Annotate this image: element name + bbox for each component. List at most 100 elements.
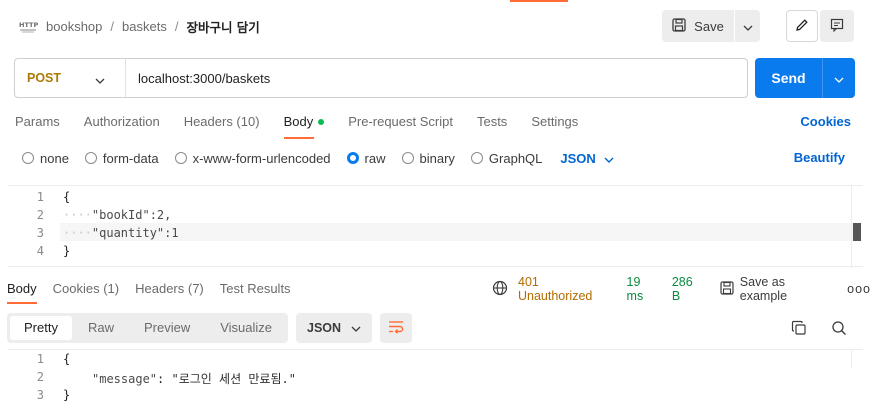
edit-mode-button[interactable] <box>786 10 818 42</box>
wrap-lines-icon <box>388 320 404 337</box>
tab-settings[interactable]: Settings <box>531 108 578 136</box>
tab-response-cookies[interactable]: Cookies (1) <box>53 278 119 300</box>
response-tabs: Body Cookies (1) Headers (7) Test Result… <box>7 278 307 304</box>
save-options-button[interactable] <box>735 10 760 42</box>
documentation-button[interactable] <box>820 10 854 42</box>
radio-label: form-data <box>102 150 159 166</box>
tab-pre-request-script[interactable]: Pre-request Script <box>348 108 453 136</box>
breadcrumb-separator: / <box>110 18 115 34</box>
tab-authorization[interactable]: Authorization <box>84 108 160 136</box>
code-text: "quantity":1 <box>91 226 179 240</box>
tab-headers[interactable]: Headers (10) <box>184 108 260 136</box>
json-value: "로그인 세션 만료됨." <box>171 372 296 386</box>
radio-raw[interactable]: raw <box>346 150 386 166</box>
viewer-scrollbar[interactable] <box>851 350 863 368</box>
send-button-group: Send <box>755 58 855 98</box>
code-line: "message": "로그인 세션 만료됨." <box>92 370 296 387</box>
tab-params[interactable]: Params <box>15 108 60 136</box>
status-badge[interactable]: 401 Unauthorized <box>518 275 615 303</box>
radio-label: none <box>40 150 69 166</box>
chevron-down-icon <box>95 73 105 87</box>
radio-label: binary <box>419 150 455 166</box>
search-button[interactable] <box>827 317 851 341</box>
code-line: ····"quantity":1 <box>63 226 179 240</box>
breadcrumb-collection[interactable]: bookshop <box>46 19 102 34</box>
line-number: 2 <box>36 208 44 222</box>
radio-binary[interactable]: binary <box>401 150 455 166</box>
search-icon <box>831 320 847 339</box>
more-options-button[interactable]: ooo <box>847 282 871 296</box>
url-bar: POST <box>14 58 748 98</box>
comment-icon <box>830 18 844 35</box>
breadcrumb-folder[interactable]: baskets <box>122 19 167 34</box>
view-preview[interactable]: Preview <box>130 316 204 340</box>
response-meta: 401 Unauthorized 19 ms 286 B Save as exa… <box>492 275 871 303</box>
line-number: 1 <box>36 352 44 366</box>
view-visualize[interactable]: Visualize <box>206 316 286 340</box>
editor-scrollbar[interactable] <box>851 186 863 268</box>
cookies-link[interactable]: Cookies <box>800 108 851 136</box>
http-request-icon: HTTP <box>18 18 38 34</box>
response-body-viewer[interactable]: 1 2 3 { "message": "로그인 세션 만료됨." } <box>8 349 863 408</box>
body-modified-dot <box>318 118 325 125</box>
line-number: 3 <box>36 388 44 402</box>
chevron-down-icon <box>604 151 614 166</box>
radio-none[interactable]: none <box>22 151 69 166</box>
breadcrumb-separator: / <box>174 18 179 34</box>
send-button[interactable]: Send <box>755 58 822 98</box>
wrap-lines-button[interactable] <box>380 313 412 343</box>
language-select[interactable]: JSON <box>560 151 614 166</box>
save-as-example-label: Save as example <box>739 275 788 303</box>
send-options-button[interactable] <box>823 58 855 98</box>
chevron-down-icon <box>743 19 753 34</box>
tab-response-body[interactable]: Body <box>7 278 37 304</box>
save-as-example-button[interactable]: Save as example <box>720 275 833 303</box>
copy-button[interactable] <box>787 317 811 341</box>
save-icon <box>672 17 686 35</box>
tab-tests[interactable]: Tests <box>477 108 507 136</box>
method-select[interactable]: POST <box>15 59 126 97</box>
save-icon <box>720 280 734 298</box>
response-time[interactable]: 19 ms <box>627 275 660 303</box>
response-size[interactable]: 286 B <box>672 275 704 303</box>
scrollbar-thumb[interactable] <box>853 223 861 241</box>
method-label: POST <box>27 71 62 85</box>
active-tab-indicator <box>510 0 568 2</box>
view-pretty[interactable]: Pretty <box>10 316 72 340</box>
response-view-segment: Pretty Raw Preview Visualize <box>7 313 288 343</box>
radio-circle <box>401 152 414 164</box>
radio-label: x-www-form-urlencoded <box>192 150 331 166</box>
radio-urlencoded[interactable]: x-www-form-urlencoded <box>174 150 331 166</box>
tab-body[interactable]: Body <box>283 108 325 139</box>
line-number: 3 <box>36 226 44 240</box>
radio-circle <box>22 152 34 164</box>
response-format-label: JSON <box>307 321 342 335</box>
save-label: Save <box>694 18 724 34</box>
radio-form-data[interactable]: form-data <box>84 150 159 166</box>
radio-circle-selected <box>346 152 359 164</box>
line-number: 1 <box>36 190 44 204</box>
view-raw[interactable]: Raw <box>74 316 128 340</box>
request-body-editor[interactable]: 1 2 3 4 { ····"bookId":2, ····"quantity"… <box>8 185 863 268</box>
response-format-select[interactable]: JSON <box>296 313 372 343</box>
globe-icon[interactable] <box>492 280 508 299</box>
line-number: 2 <box>36 370 44 384</box>
radio-graphql[interactable]: GraphQL <box>470 151 542 166</box>
svg-text:HTTP: HTTP <box>19 21 38 29</box>
json-key: "message" <box>92 372 158 386</box>
tab-test-results[interactable]: Test Results <box>220 278 291 300</box>
beautify-button[interactable]: Beautify <box>794 147 845 169</box>
request-name[interactable]: 장바구니 담기 <box>186 17 259 36</box>
request-tabs: Params Authorization Headers (10) Body P… <box>15 108 602 139</box>
radio-label: raw <box>364 150 386 166</box>
save-button[interactable]: Save <box>662 10 734 42</box>
tab-response-headers[interactable]: Headers (7) <box>135 278 204 300</box>
code-line: { <box>63 352 71 366</box>
chevron-down-icon <box>834 71 844 86</box>
url-input[interactable] <box>126 59 747 97</box>
radio-circle <box>174 152 187 164</box>
code-line: } <box>63 388 71 402</box>
code-line: } <box>63 244 71 258</box>
indent-guide: ···· <box>63 226 92 240</box>
breadcrumb: HTTP bookshop / baskets / 장바구니 담기 <box>18 10 260 42</box>
